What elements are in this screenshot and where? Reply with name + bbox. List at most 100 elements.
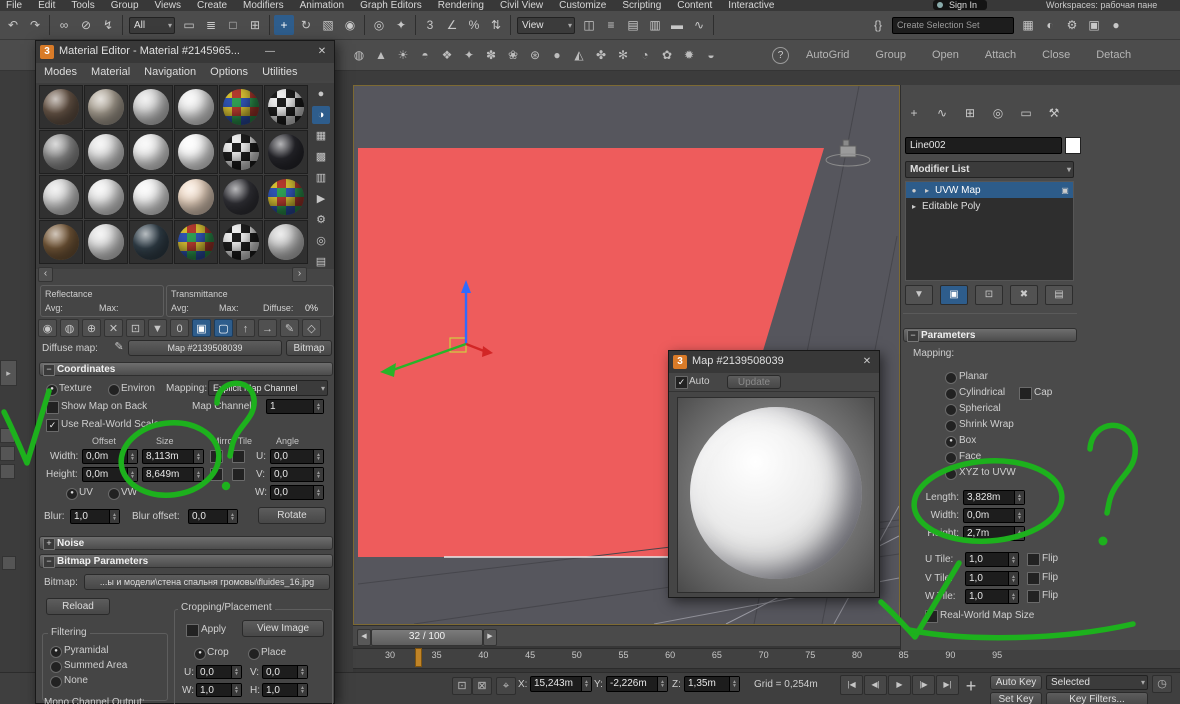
rotate-button[interactable]: Rotate [258,507,326,524]
auto-update-checkbox[interactable]: ✓ [675,376,688,389]
time-configuration-icon[interactable]: ◷ [1152,675,1172,693]
pyramidal-label[interactable]: Pyramidal [64,645,108,657]
help-icon[interactable]: ? [772,47,789,64]
daylight-icon[interactable]: ☀ [393,45,413,65]
crop-w-spinner[interactable]: 1,0 [196,683,242,697]
redo-icon[interactable]: ↷ [25,15,45,35]
real-world-map-size-label[interactable]: Real-World Map Size [940,610,1034,622]
xyz-to-uvw-label[interactable]: XYZ to UVW [959,467,1016,479]
width-offset-spinner[interactable]: 0,0m [82,449,138,464]
star-icon[interactable]: ✦ [459,45,479,65]
me-menu-modes[interactable]: Modes [44,66,77,78]
material-sample-slot[interactable] [174,220,218,264]
left-mini-button-3[interactable] [0,464,15,479]
mirror-icon[interactable]: ◫ [579,15,599,35]
length-spinner[interactable]: 3,828m [963,490,1025,505]
spinner-arrows-icon[interactable] [1014,491,1024,504]
previous-frame-button[interactable]: ◀| [864,675,887,695]
spinner-arrows-icon[interactable] [313,486,323,499]
pick-material-from-object-icon[interactable]: ✎ [280,319,299,337]
spinner-arrows-icon[interactable] [127,468,137,481]
spinner-arrows-icon[interactable] [657,677,667,691]
material-editor-options-icon[interactable]: ⚙ [312,211,330,229]
height-offset-spinner[interactable]: 0,0m [82,467,138,482]
me-menu-material[interactable]: Material [91,66,130,78]
face-radio[interactable] [945,452,957,464]
width-tile-checkbox[interactable] [232,450,245,463]
spinner-arrows-icon[interactable] [1014,509,1024,522]
group-button[interactable]: Group [875,49,906,61]
object-color-swatch[interactable] [1065,137,1081,154]
spinner-arrows-icon[interactable] [297,666,307,678]
diffuse-map-slot-button[interactable]: Map #2139508039 [128,340,282,356]
shrink-wrap-radio[interactable] [945,420,957,432]
spinner-arrows-icon[interactable] [1008,572,1018,585]
arc-icon[interactable]: ◔ [635,45,655,65]
crop-v-value[interactable]: 0,0 [263,666,297,678]
snaps-toggle-icon[interactable]: 3 [420,15,440,35]
curve-editor-icon[interactable]: ∿ [689,15,709,35]
menubar-item-graph-editors[interactable]: Graph Editors [360,0,422,11]
flower-icon[interactable]: ❀ [503,45,523,65]
x-coordinate-spinner[interactable]: 15,243m [530,676,592,692]
cone-icon[interactable]: ▲ [371,45,391,65]
material-sample-slot[interactable] [264,130,308,174]
unlink-selection-icon[interactable]: ⊘ [76,15,96,35]
use-pivot-point-center-icon[interactable]: ◎ [369,15,389,35]
key-filters-button[interactable]: Key Filters... [1046,692,1148,704]
spinner-arrows-icon[interactable] [193,450,203,463]
percent-snap-toggle-icon[interactable]: % [464,15,484,35]
material-sample-slot[interactable] [84,175,128,219]
x-coordinate-value[interactable]: 15,243m [531,677,581,691]
menubar-item-scripting[interactable]: Scripting [622,0,661,11]
vw-label[interactable]: VW [121,487,137,499]
real-world-map-size-checkbox[interactable] [925,610,938,623]
spike-icon[interactable]: ✹ [679,45,699,65]
crop-u-spinner[interactable]: 0,0 [196,665,242,679]
reference-coordinate-system-dropdown[interactable]: View [517,17,575,34]
spinner-arrows-icon[interactable] [313,468,323,481]
update-button[interactable]: Update [727,375,781,389]
select-and-manipulate-icon[interactable]: ✦ [391,15,411,35]
spinner-arrows-icon[interactable] [127,450,137,463]
menubar-item-group[interactable]: Group [111,0,139,11]
go-to-start-button[interactable]: |◀ [840,675,863,695]
z-coordinate-value[interactable]: 1,35m [685,677,729,691]
u-angle-value[interactable]: 0,0 [271,450,313,463]
height-size-value[interactable]: 8,649m [143,468,193,481]
distant-scene-object[interactable] [826,140,870,166]
texture-radio[interactable]: ● [46,384,58,396]
menubar-item-tools[interactable]: Tools [71,0,94,11]
select-and-place-icon[interactable]: ◉ [340,15,360,35]
blur-value[interactable]: 1,0 [71,510,109,523]
modifier-stack-item[interactable]: ▸Editable Poly [906,198,1073,214]
sign-in-button[interactable]: Sign In [933,0,987,10]
select-and-scale-icon[interactable]: ▧ [318,15,338,35]
current-frame-marker[interactable] [415,648,422,667]
key-filter-scope-dropdown[interactable]: Selected [1046,675,1148,690]
timeline-frame-label[interactable]: 40 [469,650,497,660]
auto-key-button[interactable]: Auto Key [990,675,1042,690]
sample-ui-tiling-icon[interactable]: ▩ [312,148,330,166]
texture-label[interactable]: Texture [59,383,92,395]
spinner-arrows-icon[interactable] [729,677,739,691]
crop-h-spinner[interactable]: 1,0 [262,683,308,697]
spinner-arrows-icon[interactable] [581,677,591,691]
sample-type-sphere-icon[interactable]: ● [312,85,330,103]
timeline-frame-label[interactable]: 95 [983,650,1011,660]
spinner-arrows-icon[interactable] [231,666,241,678]
apply-checkbox[interactable] [186,624,199,637]
gizmo-box-icon[interactable]: ▣ [1060,186,1070,195]
go-forward-to-sibling-icon[interactable]: → [258,319,277,337]
material-sample-slot[interactable] [174,175,218,219]
video-color-check-icon[interactable]: ▥ [312,169,330,187]
menubar-item-rendering[interactable]: Rendering [438,0,484,11]
toggle-layer-explorer-icon[interactable]: ▥ [645,15,665,35]
object-name-field[interactable]: Line002 [905,137,1062,154]
w-flip-checkbox[interactable] [1027,590,1040,603]
place-label[interactable]: Place [261,647,286,659]
v-tile-value[interactable]: 1,0 [966,572,1008,585]
render-setup-icon[interactable]: ⚙ [1062,15,1082,35]
absolute-relative-transform-icon[interactable]: ⌖ [496,677,516,695]
material-sample-slot[interactable] [39,130,83,174]
